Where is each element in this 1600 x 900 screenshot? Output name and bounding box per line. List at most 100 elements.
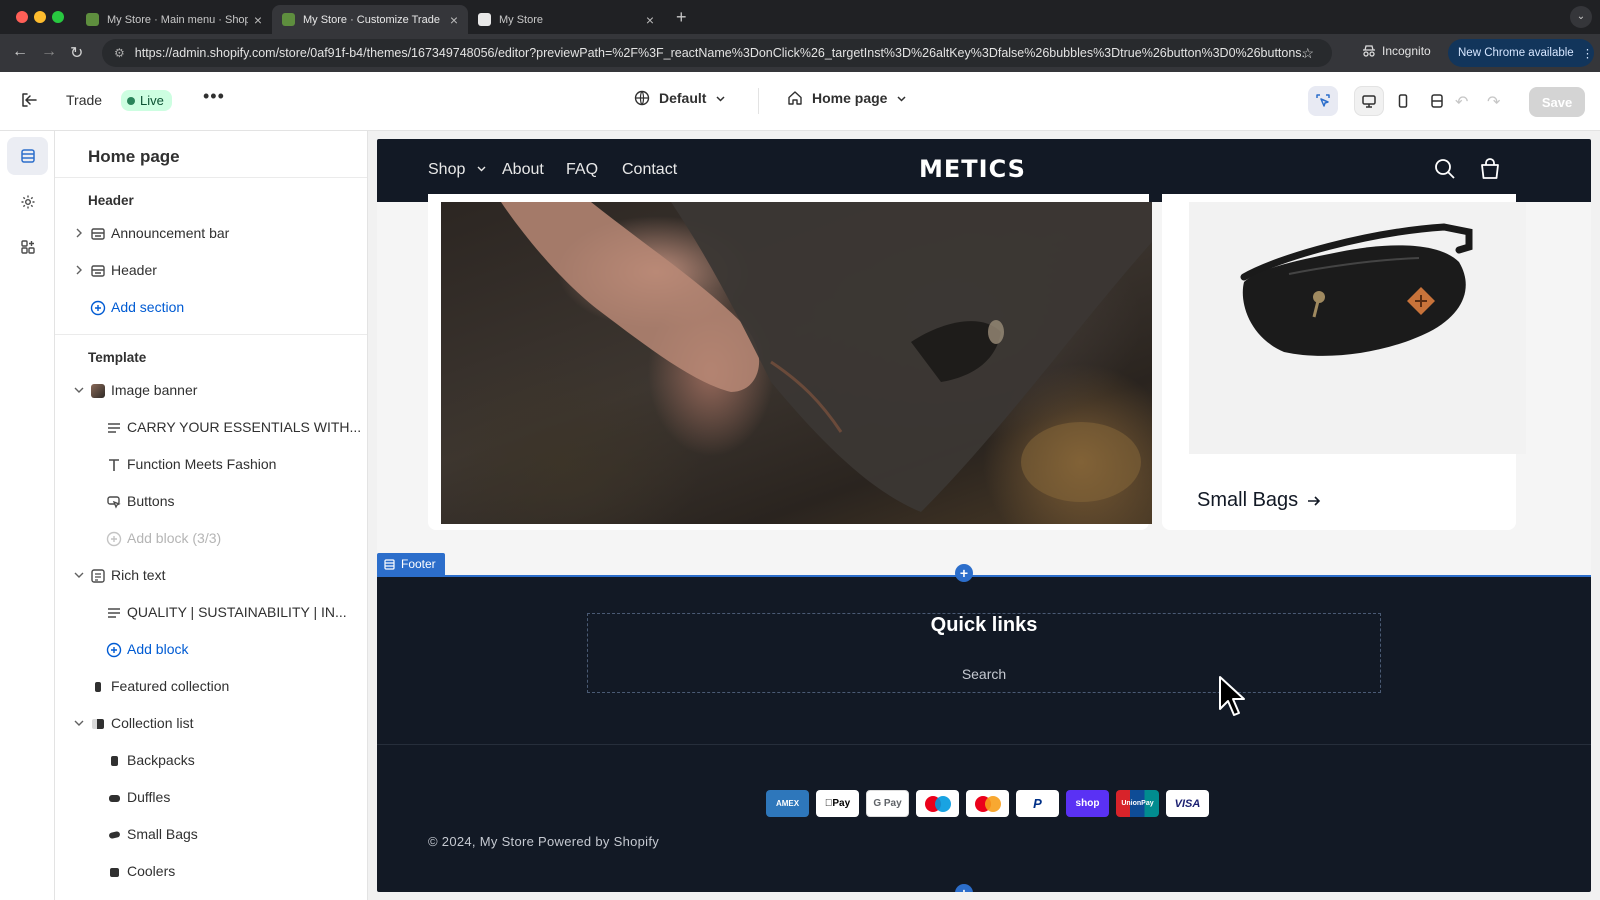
add-block-label: Add block [127, 641, 189, 657]
block-label: QUALITY | SUSTAINABILITY | IN... [127, 604, 347, 620]
divider [55, 177, 367, 178]
site-info-icon[interactable]: ⚙ [114, 46, 125, 60]
inspector-toggle-button[interactable] [1308, 86, 1338, 116]
mobile-view-button[interactable] [1388, 86, 1418, 116]
block-text[interactable]: Function Meets Fashion [55, 448, 367, 482]
section-image-banner[interactable]: Image banner [55, 374, 367, 408]
block-collection[interactable]: Small Bags [55, 818, 367, 852]
close-icon[interactable]: × [646, 12, 654, 28]
block-heading[interactable]: QUALITY | SUSTAINABILITY | IN... [55, 596, 367, 630]
section-label: Collection list [111, 715, 194, 731]
fullscreen-view-button[interactable] [1422, 86, 1452, 116]
chevron-right-icon[interactable] [73, 264, 85, 276]
cart-icon[interactable] [1478, 157, 1502, 181]
footer-section-tag[interactable]: Footer [377, 553, 445, 575]
undo-icon[interactable]: ↶ [1455, 92, 1468, 112]
redo-icon[interactable]: ↷ [1487, 92, 1500, 112]
new-tab-button[interactable]: + [676, 7, 687, 28]
url-text[interactable]: https://admin.shopify.com/store/0af91f-b… [135, 46, 1305, 60]
back-icon[interactable]: ← [12, 43, 28, 61]
maximize-window-button[interactable] [52, 11, 64, 23]
globe-icon [634, 90, 650, 106]
divider [55, 334, 367, 335]
chevron-down-icon[interactable] [73, 717, 85, 729]
browser-tab[interactable]: My Store · Main menu · Shopify × [76, 5, 272, 34]
collection-thumbnail-icon [90, 716, 106, 732]
section-featured-collection[interactable]: Featured collection [55, 670, 367, 704]
shopify-icon [282, 13, 295, 26]
section-header[interactable]: Header [55, 254, 367, 288]
payment-icons: AMEX Pay G Pay P shop UnionPay VISA [766, 790, 1209, 817]
browser-tab[interactable]: My Store × [468, 5, 664, 34]
add-block-button[interactable]: Add block [55, 633, 367, 667]
section-collection-list[interactable]: Collection list [55, 707, 367, 741]
chrome-update-button[interactable]: New Chrome available ⋮ [1448, 39, 1594, 67]
block-collection[interactable]: Backpacks [55, 744, 367, 778]
block-label: Backpacks [127, 752, 195, 768]
search-icon[interactable] [1433, 157, 1457, 181]
collection-card-title[interactable]: Small Bags [1197, 489, 1322, 512]
more-actions-icon[interactable]: ••• [203, 86, 225, 107]
incognito-indicator[interactable]: Incognito [1362, 44, 1431, 58]
section-announcement-bar[interactable]: Announcement bar [55, 217, 367, 251]
kebab-menu-icon[interactable]: ⋮ [1582, 46, 1594, 60]
store-logo[interactable]: METICS [919, 155, 1026, 183]
minimize-window-button[interactable] [34, 11, 46, 23]
google-pay-icon: G Pay [866, 790, 909, 817]
desktop-view-button[interactable] [1354, 86, 1384, 116]
nav-link-shop[interactable]: Shop [428, 161, 487, 179]
section-icon [90, 226, 106, 242]
section-rich-text[interactable]: Rich text [55, 559, 367, 593]
button-cursor-icon [106, 494, 122, 510]
page-selector[interactable]: Home page [787, 90, 907, 106]
nav-link-about[interactable]: About [502, 161, 544, 179]
image-thumbnail-icon [90, 383, 106, 399]
chevron-right-icon[interactable] [73, 227, 85, 239]
collection-image[interactable] [1189, 202, 1526, 454]
editor-top-bar: Trade Live ••• Default Home page ↶ ↷ Sav… [0, 72, 1600, 131]
reload-icon[interactable]: ↻ [70, 43, 83, 63]
icon-rail [0, 131, 55, 900]
close-icon[interactable]: × [254, 12, 262, 28]
tab-search-button[interactable]: ⌄ [1570, 6, 1592, 28]
forward-icon[interactable]: → [41, 43, 57, 61]
block-heading[interactable]: CARRY YOUR ESSENTIALS WITH... [55, 411, 367, 445]
theme-settings-tab[interactable] [7, 183, 48, 221]
plus-circle-icon [106, 642, 122, 658]
section-label: Rich text [111, 567, 166, 583]
section-icon [384, 558, 395, 570]
page-selector-label: Home page [812, 90, 888, 106]
banner-image[interactable] [441, 202, 1152, 524]
save-button[interactable]: Save [1529, 87, 1585, 117]
close-window-button[interactable] [16, 11, 28, 23]
status-badge-label: Live [140, 93, 164, 108]
store-footer[interactable]: Quick links Search AMEX Pay G Pay P sho… [377, 575, 1591, 892]
section-label: Image banner [111, 382, 198, 398]
block-collection[interactable]: Coolers [55, 855, 367, 889]
sections-tab[interactable] [7, 137, 48, 175]
omnibox[interactable]: ⚙ https://admin.shopify.com/store/0af91f… [102, 39, 1332, 67]
nav-link-faq[interactable]: FAQ [566, 161, 598, 179]
nav-link-contact[interactable]: Contact [622, 161, 677, 179]
quick-links-block[interactable]: Quick links Search [587, 613, 1381, 693]
theme-setting-selector[interactable]: Default [634, 90, 726, 106]
divider [377, 744, 1591, 745]
close-icon[interactable]: × [450, 12, 458, 28]
apps-tab[interactable] [7, 228, 48, 266]
block-buttons[interactable]: Buttons [55, 485, 367, 519]
add-section-button[interactable]: Add section [55, 291, 367, 325]
bookmark-star-icon[interactable]: ☆ [1301, 45, 1314, 62]
block-label: Duffles [127, 789, 171, 805]
chevron-down-icon[interactable] [73, 569, 85, 581]
add-block-label: Add block (3/3) [127, 530, 222, 546]
add-section-plus-button[interactable]: + [955, 564, 973, 582]
duffle-thumbnail-icon [106, 790, 122, 806]
block-collection[interactable]: Duffles [55, 781, 367, 815]
footer-link-search[interactable]: Search [588, 666, 1380, 682]
cooler-thumbnail-icon [106, 864, 122, 880]
block-label: Function Meets Fashion [127, 456, 277, 472]
exit-icon[interactable] [20, 91, 38, 109]
chevron-down-icon[interactable] [73, 384, 85, 396]
browser-tab-active[interactable]: My Store · Customize Trade · Shopify × [272, 5, 468, 34]
tab-title: My Store · Customize Trade · Shopify [303, 13, 444, 26]
